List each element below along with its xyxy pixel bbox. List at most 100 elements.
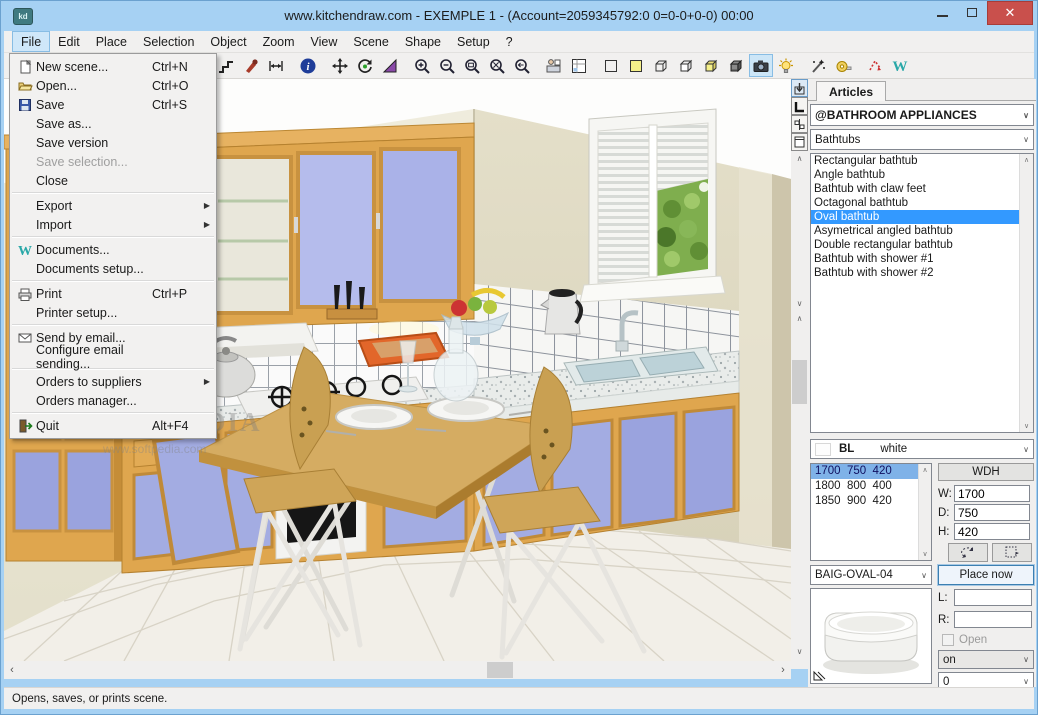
zoom-out-icon[interactable] — [435, 54, 459, 77]
list-item[interactable]: Angle bathtub — [811, 168, 1019, 182]
scroll-down-icon[interactable]: ∨ — [922, 550, 927, 558]
list-item-selected[interactable]: Oval bathtub — [811, 210, 1019, 224]
menu-item-documents-setup[interactable]: Documents setup... — [10, 259, 216, 278]
word-export-icon[interactable]: W — [888, 54, 912, 77]
menu-item-print[interactable]: PrintCtrl+P — [10, 284, 216, 303]
left-dim-input[interactable] — [954, 589, 1032, 606]
joint-icon[interactable] — [791, 115, 808, 133]
scroll-up-icon[interactable]: ∧ — [922, 466, 927, 474]
tape-measure-icon[interactable] — [831, 54, 855, 77]
corner-icon[interactable] — [791, 97, 808, 115]
canvas-scroll-down-icon[interactable]: ∨ — [791, 296, 808, 311]
zoom-all-icon[interactable] — [485, 54, 509, 77]
sku-dropdown[interactable]: BAIG-OVAL-04 ∨ — [810, 565, 932, 585]
menu-item-quit[interactable]: QuitAlt+F4 — [10, 416, 216, 435]
hscrollbar-track[interactable] — [20, 661, 775, 679]
menu-item-save[interactable]: SaveCtrl+S — [10, 95, 216, 114]
perspective-view-icon[interactable] — [542, 54, 566, 77]
menu-help[interactable]: ? — [498, 31, 521, 52]
menu-selection[interactable]: Selection — [135, 31, 202, 52]
info-icon[interactable]: i — [296, 54, 320, 77]
wdh-button[interactable]: WDH — [938, 463, 1034, 481]
canvas-scrollbar-thumb[interactable] — [792, 360, 807, 404]
menu-item-export[interactable]: Export▶ — [10, 196, 216, 215]
wireframe-cube-icon[interactable] — [649, 54, 673, 77]
list-item[interactable]: Bathtub with shower #1 — [811, 252, 1019, 266]
solid-cube-icon[interactable] — [699, 54, 723, 77]
height-input[interactable] — [954, 523, 1030, 540]
scroll-right-icon[interactable]: › — [775, 664, 791, 676]
variant-row[interactable]: 1850 900 420 — [811, 494, 918, 509]
menu-item-documents[interactable]: W Documents... — [10, 240, 216, 259]
canvas-scroll-up2-icon[interactable]: ∧ — [791, 311, 808, 326]
walls-icon[interactable] — [214, 54, 238, 77]
depth-input[interactable] — [954, 504, 1030, 521]
magic-wand-icon[interactable] — [806, 54, 830, 77]
place-now-button[interactable]: Place now — [938, 565, 1034, 585]
canvas-scrollbar-track-upper[interactable] — [791, 166, 808, 296]
menu-object[interactable]: Object — [202, 31, 254, 52]
move-icon[interactable] — [328, 54, 352, 77]
paint-icon[interactable] — [239, 54, 263, 77]
right-dim-input[interactable] — [954, 611, 1032, 628]
scroll-left-icon[interactable]: ‹ — [4, 664, 20, 676]
minimize-button[interactable] — [927, 1, 957, 23]
scroll-up-icon[interactable]: ∧ — [1024, 156, 1029, 164]
menu-item-orders-to-suppliers[interactable]: Orders to suppliers▶ — [10, 372, 216, 391]
menu-item-orders-manager[interactable]: Orders manager... — [10, 391, 216, 410]
menu-item-new-scene[interactable]: New scene...Ctrl+N — [10, 57, 216, 76]
canvas-scroll-up-icon[interactable]: ∧ — [791, 151, 808, 166]
variants-scrollbar[interactable]: ∧ ∨ — [918, 464, 931, 560]
canvas-scroll-down2-icon[interactable]: ∨ — [791, 644, 808, 659]
menu-zoom[interactable]: Zoom — [255, 31, 303, 52]
menu-scene[interactable]: Scene — [345, 31, 396, 52]
catalog-dropdown[interactable]: @BATHROOM APPLIANCES ∨ — [810, 104, 1034, 126]
variant-row[interactable]: 1800 800 400 — [811, 479, 918, 494]
tab-articles[interactable]: Articles — [816, 81, 886, 101]
menu-item-open[interactable]: Open...Ctrl+O — [10, 76, 216, 95]
variants-list[interactable]: 1700 750 420 1800 800 400 1850 900 420 ∧… — [810, 463, 932, 561]
wireframe-2d-icon[interactable] — [599, 54, 623, 77]
variant-row-selected[interactable]: 1700 750 420 — [811, 464, 918, 479]
elevation-view-icon[interactable] — [567, 54, 591, 77]
zoom-in-icon[interactable] — [410, 54, 434, 77]
list-item[interactable]: Asymetrical angled bathtub — [811, 224, 1019, 238]
zoom-window-icon[interactable] — [460, 54, 484, 77]
canvas-hscrollbar[interactable]: ‹ › — [4, 661, 791, 679]
zoom-previous-icon[interactable] — [510, 54, 534, 77]
hidden-line-cube-icon[interactable] — [674, 54, 698, 77]
list-item[interactable]: Double rectangular bathtub — [811, 238, 1019, 252]
menu-setup[interactable]: Setup — [449, 31, 498, 52]
finish-dropdown[interactable]: BL white ∨ — [810, 439, 1034, 459]
scroll-down-icon[interactable]: ∨ — [1024, 422, 1029, 430]
titlebar[interactable]: kd www.kitchendraw.com - EXEMPLE 1 - (Ac… — [1, 1, 1037, 31]
menu-item-save-as[interactable]: Save as... — [10, 114, 216, 133]
articles-list-scrollbar[interactable]: ∧ ∨ — [1019, 154, 1033, 432]
open-checkbox[interactable] — [942, 634, 954, 646]
canvas-scrollbar-track-lower[interactable] — [791, 326, 808, 644]
preview-corner-icon[interactable] — [812, 666, 828, 682]
list-item[interactable]: Rectangular bathtub — [811, 154, 1019, 168]
menu-edit[interactable]: Edit — [50, 31, 88, 52]
dimension-icon[interactable] — [264, 54, 288, 77]
width-input[interactable] — [954, 485, 1030, 502]
maximize-button[interactable] — [957, 1, 987, 23]
worktop-icon[interactable] — [791, 133, 808, 151]
menu-item-save-version[interactable]: Save version — [10, 133, 216, 152]
photo-render-icon[interactable] — [749, 54, 773, 77]
slope-icon[interactable] — [378, 54, 402, 77]
polyline-icon[interactable] — [863, 54, 887, 77]
rotate-selection-button[interactable] — [948, 543, 988, 562]
hscrollbar-thumb[interactable] — [487, 662, 513, 678]
light-icon[interactable] — [774, 54, 798, 77]
menu-file[interactable]: File — [12, 31, 50, 52]
menu-item-close[interactable]: Close — [10, 171, 216, 190]
filled-2d-icon[interactable] — [624, 54, 648, 77]
list-item[interactable]: Bathtub with claw feet — [811, 182, 1019, 196]
menu-place[interactable]: Place — [88, 31, 135, 52]
menu-shape[interactable]: Shape — [397, 31, 449, 52]
textured-cube-icon[interactable] — [724, 54, 748, 77]
rotate-icon[interactable] — [353, 54, 377, 77]
place-object-icon[interactable] — [791, 79, 808, 97]
menu-item-configure-email[interactable]: Configure email sending... — [10, 347, 216, 366]
